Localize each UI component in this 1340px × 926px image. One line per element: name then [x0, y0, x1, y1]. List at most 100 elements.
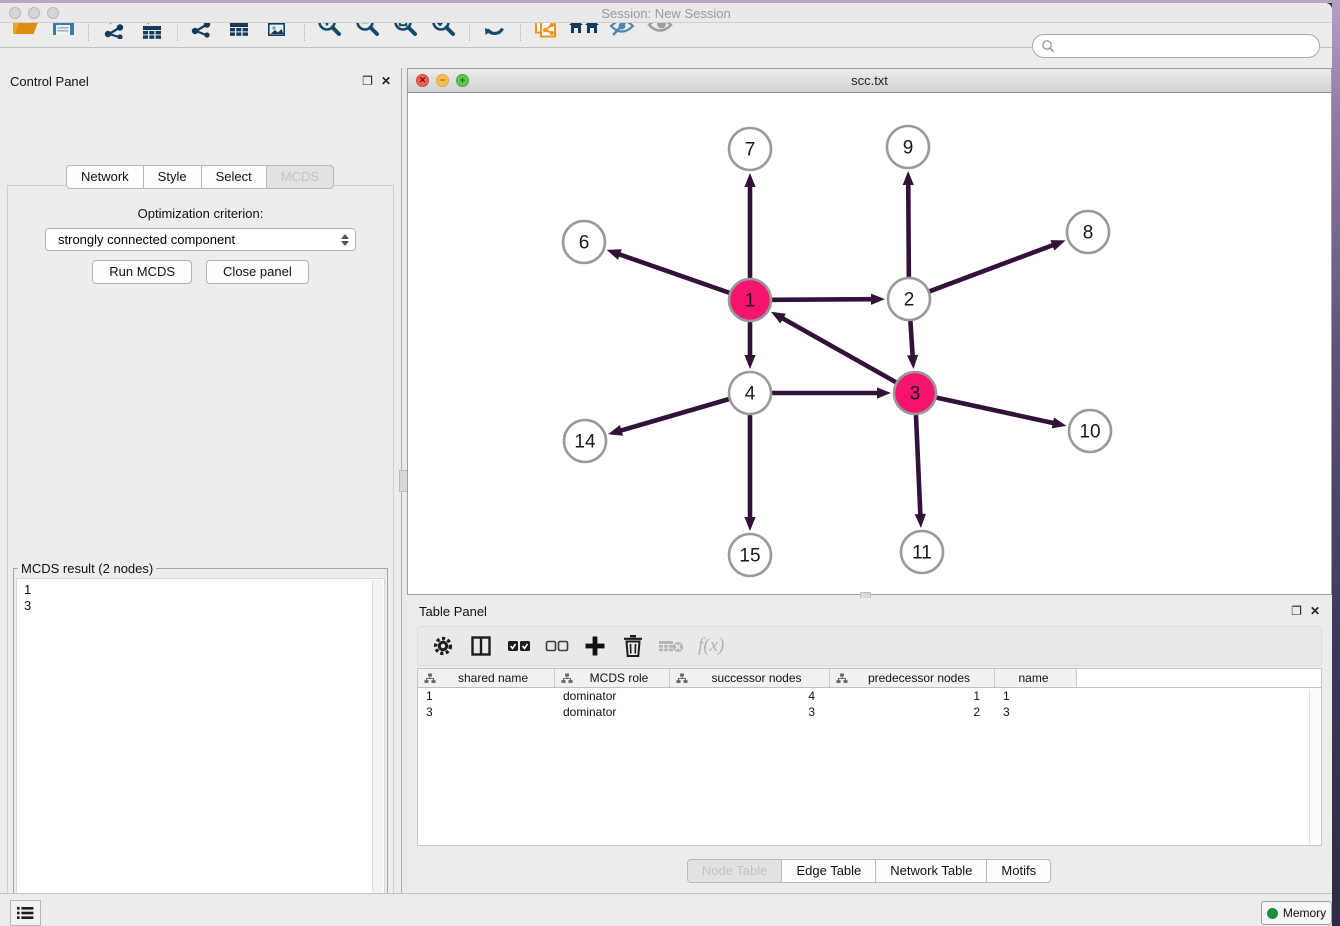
tab-network[interactable]: Network	[66, 165, 144, 189]
edge-2-8[interactable]	[930, 245, 1055, 292]
node-2[interactable]: 2	[888, 278, 930, 320]
control-panel-title: Control Panel	[10, 74, 89, 89]
table-toolbar: f(x)	[417, 626, 1322, 666]
table-settings-icon[interactable]	[426, 630, 460, 662]
mcds-result-title: MCDS result (2 nodes)	[18, 561, 156, 576]
search-box[interactable]	[1032, 34, 1320, 58]
table-panel-title: Table Panel	[419, 604, 487, 619]
column-header-MCDS-role[interactable]: MCDS role	[555, 669, 670, 687]
tab-style[interactable]: Style	[143, 165, 202, 189]
table-row[interactable]: 1dominator411	[418, 688, 1321, 704]
delete-column-icon[interactable]	[616, 630, 650, 662]
search-input[interactable]	[1055, 37, 1319, 55]
tab-motifs[interactable]: Motifs	[986, 859, 1051, 883]
tab-network-table[interactable]: Network Table	[875, 859, 987, 883]
column-header-name[interactable]: name	[995, 669, 1077, 687]
node-8[interactable]: 8	[1067, 211, 1109, 253]
node-table-scrollbar[interactable]	[1309, 689, 1320, 845]
control-panel: Control Panel ❐ ✕ NetworkStyleSelectMCDS…	[0, 68, 401, 893]
svg-text:8: 8	[1083, 223, 1094, 244]
node-4[interactable]: 4	[729, 372, 771, 414]
node-11[interactable]: 11	[901, 531, 943, 573]
node-1[interactable]: 1	[729, 279, 771, 321]
app-titlebar: Session: New Session	[0, 3, 1332, 23]
column-type-icon	[836, 673, 848, 684]
svg-text:9: 9	[903, 138, 914, 159]
column-type-icon	[424, 673, 436, 684]
cell-predecessor-nodes: 2	[830, 704, 995, 720]
optimization-criterion-select[interactable]: strongly connected component	[45, 228, 356, 251]
column-header-predecessor-nodes[interactable]: predecessor nodes	[830, 669, 995, 687]
table-row[interactable]: 3dominator323	[418, 704, 1321, 720]
network-window-titlebar: ✕ − + scc.txt	[407, 68, 1332, 93]
svg-text:7: 7	[745, 140, 756, 161]
network-canvas[interactable]: 7 9 6 8 1 2 4 3 14 10 15 11	[407, 93, 1332, 595]
node-9[interactable]: 9	[887, 126, 929, 168]
edge-arrowhead-1-2	[871, 294, 885, 305]
tab-edge-table[interactable]: Edge Table	[781, 859, 876, 883]
table-panel: Table Panel ❐ ✕	[407, 598, 1332, 893]
edge-3-10[interactable]	[936, 398, 1054, 424]
column-type-icon	[561, 673, 573, 684]
node-6[interactable]: 6	[563, 221, 605, 263]
show-column-panel-icon[interactable]	[464, 630, 498, 662]
status-bar: Memory	[0, 893, 1332, 926]
mcds-result-line: 1	[24, 582, 384, 598]
node-table: shared nameMCDS rolesuccessor nodesprede…	[417, 668, 1322, 846]
cell-successor-nodes: 4	[670, 688, 830, 704]
mcds-result-list[interactable]: 13	[16, 578, 385, 926]
cell-MCDS-role: dominator	[555, 688, 670, 704]
edge-4-14[interactable]	[620, 399, 729, 431]
float-table-panel-icon[interactable]: ❐	[1291, 605, 1302, 617]
select-stepper-icon	[341, 234, 349, 246]
close-panel-icon[interactable]: ✕	[381, 75, 391, 87]
tab-mcds[interactable]: MCDS	[266, 165, 334, 189]
node-table-body: 1dominator4113dominator323	[418, 688, 1321, 720]
delete-table-icon[interactable]	[654, 630, 688, 662]
select-all-check-icon[interactable]	[502, 630, 536, 662]
application-window: Session: New Session	[0, 3, 1332, 926]
close-panel-button[interactable]: Close panel	[206, 260, 309, 284]
tab-select[interactable]: Select	[201, 165, 267, 189]
run-mcds-button[interactable]: Run MCDS	[92, 260, 192, 284]
edge-arrowhead-4-15	[744, 517, 755, 531]
cell-shared-name: 1	[418, 688, 555, 704]
edge-arrowhead-3-10	[1052, 417, 1067, 428]
network-window-title: scc.txt	[408, 73, 1331, 88]
column-header-successor-nodes[interactable]: successor nodes	[670, 669, 830, 687]
mcds-buttons-row: Run MCDS Close panel	[8, 260, 393, 284]
edge-3-1[interactable]	[781, 318, 895, 383]
svg-text:15: 15	[739, 546, 760, 567]
node-14[interactable]: 14	[564, 420, 606, 462]
mcds-result-scrollbar[interactable]	[372, 580, 383, 926]
desktop-edge-right	[1332, 0, 1340, 926]
cell-successor-nodes: 3	[670, 704, 830, 720]
function-builder-icon[interactable]: f(x)	[698, 635, 724, 657]
cell-name: 3	[995, 704, 1077, 720]
svg-text:6: 6	[579, 233, 590, 254]
edge-arrowhead-2-8	[1050, 240, 1065, 250]
edge-arrowhead-4-14	[608, 425, 623, 436]
close-table-panel-icon[interactable]: ✕	[1310, 605, 1320, 617]
edge-arrowhead-2-9	[903, 171, 914, 185]
edge-1-6[interactable]	[618, 254, 729, 293]
edge-3-11[interactable]	[916, 415, 920, 516]
node-10[interactable]: 10	[1069, 410, 1111, 452]
float-panel-icon[interactable]: ❐	[362, 75, 373, 87]
console-tasks-icon[interactable]	[10, 900, 41, 926]
app-title: Session: New Session	[0, 6, 1332, 21]
node-3[interactable]: 3	[894, 372, 936, 414]
svg-text:3: 3	[910, 384, 921, 405]
node-15[interactable]: 15	[729, 534, 771, 576]
column-header-shared-name[interactable]: shared name	[418, 669, 555, 687]
deselect-all-check-icon[interactable]	[540, 630, 574, 662]
edge-2-3[interactable]	[910, 321, 912, 357]
tab-node-table[interactable]: Node Table	[687, 859, 783, 883]
edge-arrowhead-3-1	[771, 312, 786, 324]
optimization-criterion-label: Optimization criterion:	[8, 206, 393, 221]
node-7[interactable]: 7	[729, 128, 771, 170]
create-column-icon[interactable]	[578, 630, 612, 662]
edge-2-9[interactable]	[908, 183, 909, 277]
edge-1-2[interactable]	[772, 299, 873, 300]
memory-button[interactable]: Memory	[1261, 901, 1332, 925]
